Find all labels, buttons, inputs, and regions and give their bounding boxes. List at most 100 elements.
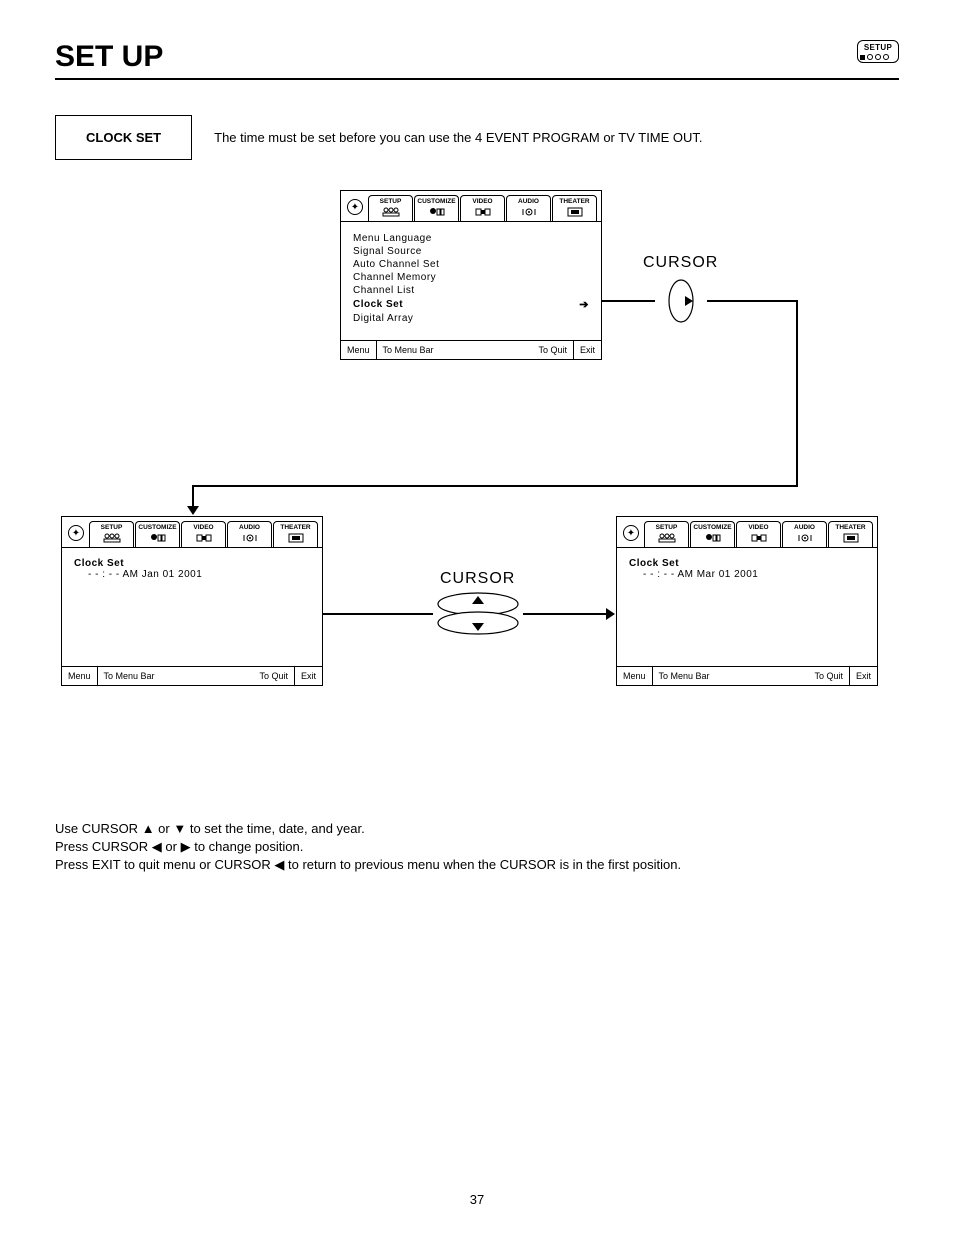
menu-item: Auto Channel Set — [353, 258, 589, 271]
menu-item: Menu Language — [353, 232, 589, 245]
osd-footer: Menu To Menu Bar To Quit Exit — [341, 340, 601, 359]
footer-exit: Exit — [295, 667, 322, 685]
theater-icon — [566, 207, 584, 217]
footer-to-quit: To Quit — [253, 667, 295, 685]
tab-customize: CUSTOMIZE — [135, 521, 180, 547]
osd-clock-set-edited: ✦ SETUP CUSTOMIZE VIDEO AUDIO THEATER Cl… — [616, 516, 878, 686]
footer-to-quit: To Quit — [532, 341, 574, 359]
header: SET UP SETUP — [55, 40, 899, 80]
osd-tabs: ✦ SETUP CUSTOMIZE VIDEO AUDIO THEATER — [617, 517, 877, 548]
tab-setup: SETUP — [644, 521, 689, 547]
tab-label: SETUP — [101, 524, 123, 531]
menu-item-selected: Clock Set ➔ — [353, 297, 589, 312]
instruction-line-3: Press EXIT to quit menu or CURSOR ◀ to r… — [55, 856, 899, 874]
section-header-row: CLOCK SET The time must be set before yo… — [55, 115, 899, 160]
setup-badge-label: SETUP — [862, 43, 894, 52]
tab-audio: AUDIO — [506, 195, 551, 221]
menu-item-label: Clock Set — [353, 299, 403, 310]
tab-label: CUSTOMIZE — [693, 524, 731, 531]
tab-label: AUDIO — [518, 198, 539, 205]
tab-customize: CUSTOMIZE — [414, 195, 459, 221]
cursor-right-icon — [655, 278, 707, 324]
tab-audio: AUDIO — [782, 521, 827, 547]
tab-setup: SETUP — [89, 521, 134, 547]
tab-label: SETUP — [656, 524, 678, 531]
setup-icon — [382, 207, 400, 217]
setup-badge-icon — [862, 54, 894, 60]
clock-set-value: - - : - - AM Jan 01 2001 — [74, 569, 310, 580]
footer-menu: Menu — [62, 667, 98, 685]
tab-label: VIDEO — [193, 524, 213, 531]
menu-item: Channel List — [353, 284, 589, 297]
footer-to-quit: To Quit — [808, 667, 850, 685]
tab-label: THEATER — [280, 524, 310, 531]
nav-icon: ✦ — [68, 525, 84, 541]
diagram: ✦ SETUP CUSTOMIZE VIDEO AUDIO THEATER Me… — [55, 190, 899, 800]
tab-theater: THEATER — [828, 521, 873, 547]
tab-label: THEATER — [559, 198, 589, 205]
clock-set-value: - - : - - AM Mar 01 2001 — [629, 569, 865, 580]
tab-customize: CUSTOMIZE — [690, 521, 735, 547]
tab-label: AUDIO — [239, 524, 260, 531]
arrow-right-icon: ➔ — [579, 298, 589, 311]
footer-to-menu-bar: To Menu Bar — [653, 667, 716, 685]
arrowhead-down-icon — [187, 506, 199, 515]
footer-to-menu-bar: To Menu Bar — [377, 341, 440, 359]
osd-body: Clock Set - - : - - AM Mar 01 2001 — [617, 548, 877, 666]
page-number: 37 — [0, 1192, 954, 1207]
nav-icon: ✦ — [347, 199, 363, 215]
video-icon — [474, 207, 492, 217]
footer-menu: Menu — [617, 667, 653, 685]
tab-theater: THEATER — [552, 195, 597, 221]
section-description: The time must be set before you can use … — [214, 130, 702, 145]
tab-audio: AUDIO — [227, 521, 272, 547]
menu-item: Signal Source — [353, 245, 589, 258]
instructions: Use CURSOR ▲ or ▼ to set the time, date,… — [55, 820, 899, 875]
osd-tabs: ✦ SETUP CUSTOMIZE VIDEO AUDIO THEATER — [62, 517, 322, 548]
osd-tabs: ✦ SETUP CUSTOMIZE VIDEO AUDIO THEATER — [341, 191, 601, 222]
page-title: SET UP — [55, 40, 163, 74]
tab-theater: THEATER — [273, 521, 318, 547]
tab-label: VIDEO — [748, 524, 768, 531]
footer-menu: Menu — [341, 341, 377, 359]
osd-setup-menu: ✦ SETUP CUSTOMIZE VIDEO AUDIO THEATER Me… — [340, 190, 602, 360]
clock-set-title: Clock Set — [74, 558, 310, 569]
cursor-label: CURSOR — [643, 254, 718, 272]
section-label: CLOCK SET — [55, 115, 192, 160]
tab-label: SETUP — [380, 198, 402, 205]
left-glyph: ◀ — [274, 857, 284, 872]
down-glyph: ▼ — [173, 821, 186, 836]
tab-label: THEATER — [835, 524, 865, 531]
audio-icon — [520, 207, 538, 217]
footer-to-menu-bar: To Menu Bar — [98, 667, 161, 685]
right-glyph: ▶ — [181, 839, 191, 854]
customize-icon — [428, 207, 446, 217]
osd-clock-set-initial: ✦ SETUP CUSTOMIZE VIDEO AUDIO THEATER Cl… — [61, 516, 323, 686]
tab-label: AUDIO — [794, 524, 815, 531]
osd-body: Clock Set - - : - - AM Jan 01 2001 — [62, 548, 322, 666]
instruction-line-1: Use CURSOR ▲ or ▼ to set the time, date,… — [55, 820, 899, 838]
left-glyph: ◀ — [152, 839, 162, 854]
nav-icon: ✦ — [623, 525, 639, 541]
osd-footer: Menu To Menu Bar To Quit Exit — [617, 666, 877, 685]
clock-set-title: Clock Set — [629, 558, 865, 569]
menu-item: Digital Array — [353, 312, 589, 325]
arrowhead-right-icon — [606, 608, 615, 620]
tab-setup: SETUP — [368, 195, 413, 221]
tab-label: CUSTOMIZE — [417, 198, 455, 205]
tab-video: VIDEO — [181, 521, 226, 547]
footer-exit: Exit — [850, 667, 877, 685]
instruction-line-2: Press CURSOR ◀ or ▶ to change position. — [55, 838, 899, 856]
footer-exit: Exit — [574, 341, 601, 359]
tab-video: VIDEO — [460, 195, 505, 221]
tab-label: VIDEO — [472, 198, 492, 205]
osd-body: Menu Language Signal Source Auto Channel… — [341, 222, 601, 340]
menu-item: Channel Memory — [353, 271, 589, 284]
cursor-updown-icon — [433, 590, 523, 636]
cursor-label: CURSOR — [440, 570, 515, 588]
tab-video: VIDEO — [736, 521, 781, 547]
tab-label: CUSTOMIZE — [138, 524, 176, 531]
osd-footer: Menu To Menu Bar To Quit Exit — [62, 666, 322, 685]
setup-badge: SETUP — [857, 40, 899, 63]
up-glyph: ▲ — [142, 821, 155, 836]
